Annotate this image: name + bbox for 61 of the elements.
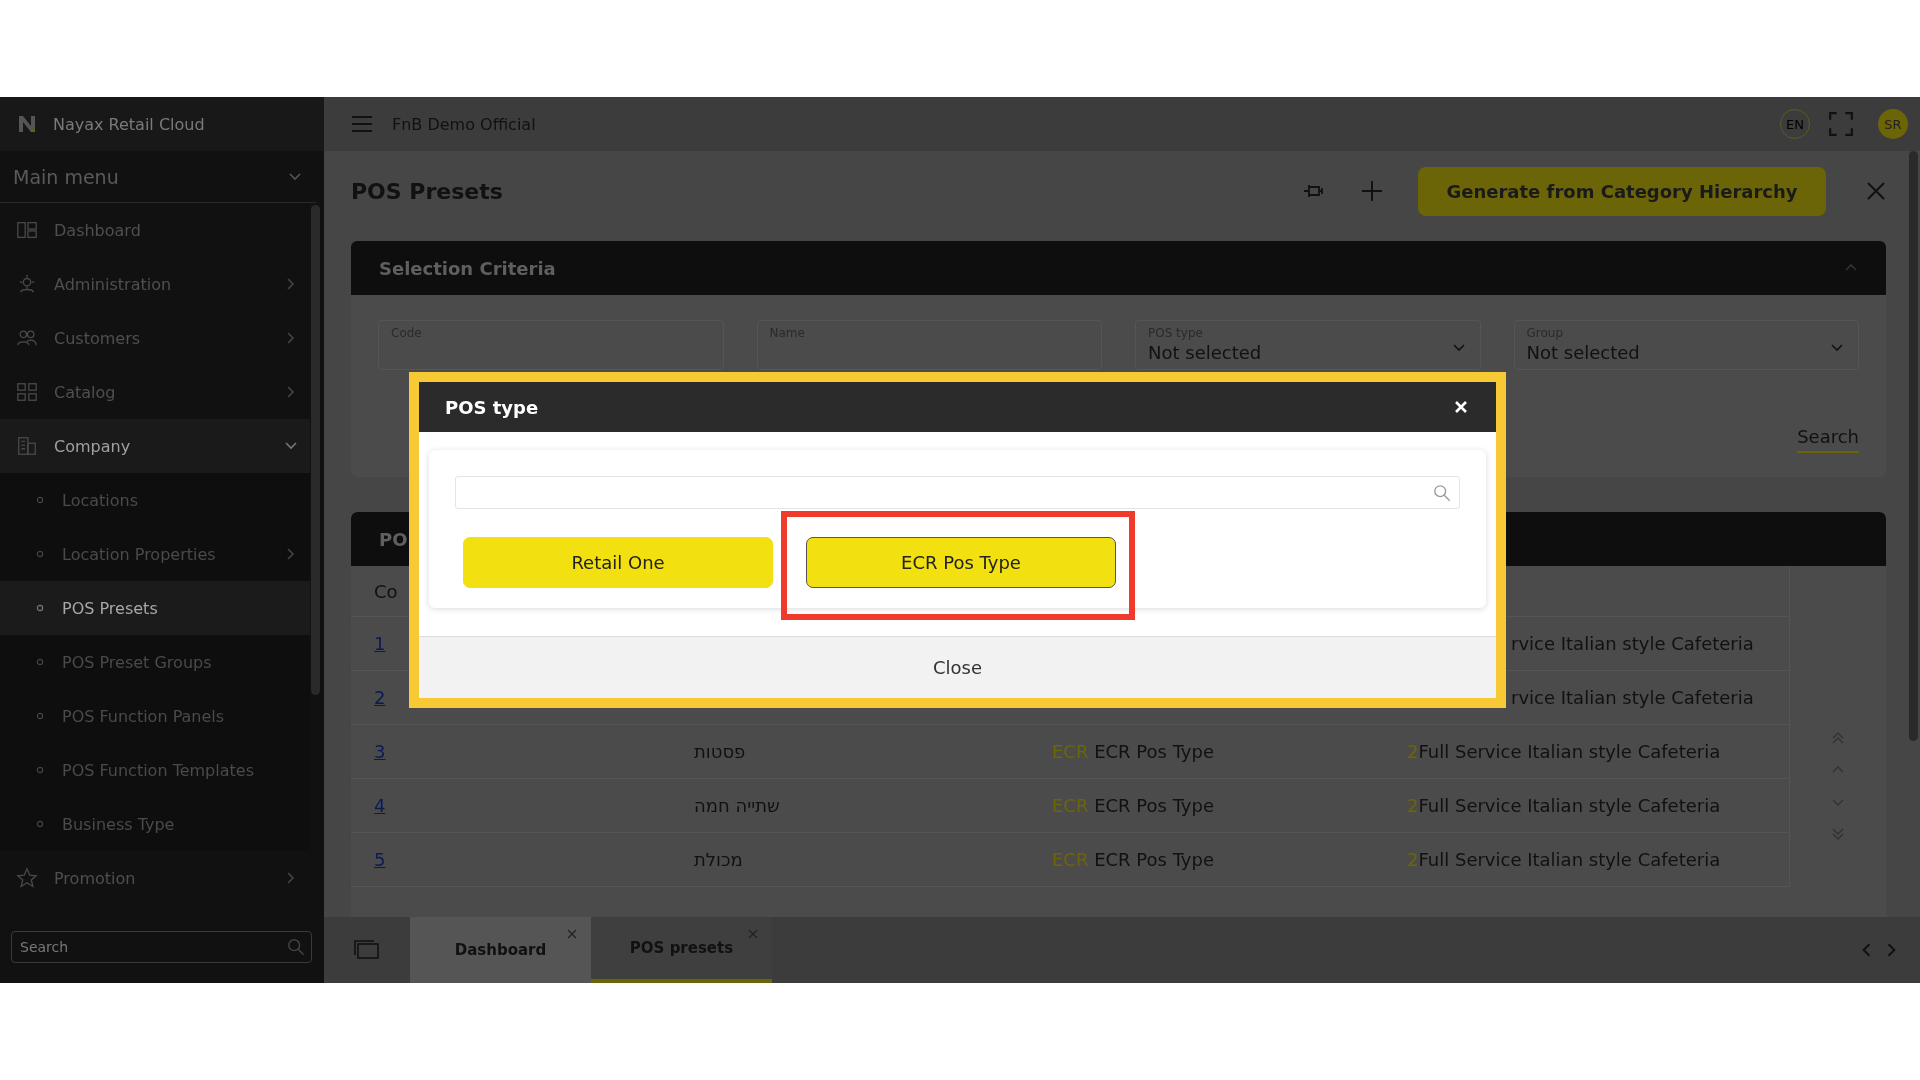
bullet-icon — [36, 604, 44, 612]
code-link[interactable]: 1 — [374, 633, 386, 654]
bullet-icon — [36, 766, 44, 774]
tab[interactable]: Dashboard — [410, 917, 591, 983]
code-link[interactable]: 4 — [374, 795, 386, 816]
table-cell: 2Full Service Italian style Cafeteria — [1407, 795, 1721, 816]
fullscreen-icon[interactable] — [1828, 111, 1854, 137]
user-avatar[interactable]: SR — [1878, 109, 1908, 139]
scrollbar[interactable] — [311, 205, 320, 695]
table-cell: ECR ECR Pos Type — [1052, 849, 1214, 870]
table-cell: 2Full Service Italian style Cafeteria — [1407, 741, 1721, 762]
building-icon — [16, 435, 38, 457]
search-link[interactable]: Search — [1797, 426, 1859, 453]
panel-title: PO — [379, 528, 408, 550]
table-cell: פסטות — [694, 741, 746, 762]
plus-icon[interactable] — [1360, 179, 1384, 203]
star-icon — [16, 867, 38, 889]
sidebar-item[interactable]: Company — [0, 419, 310, 473]
brand-name: Nayax Retail Cloud — [53, 114, 205, 134]
bullet-icon — [36, 550, 44, 558]
dashboard-icon — [16, 219, 38, 241]
scrollbar[interactable] — [1909, 151, 1918, 741]
bullet-icon — [36, 820, 44, 828]
grid-icon — [16, 381, 38, 403]
table-cell: שתייה חמה — [694, 795, 780, 816]
table-cell: rvice Italian style Cafeteria — [1511, 687, 1754, 708]
submenu-item[interactable]: POS Presets — [0, 581, 310, 635]
option-button[interactable]: Retail One — [463, 537, 773, 588]
option-button[interactable]: ECR Pos Type — [806, 537, 1116, 588]
code-link[interactable]: 2 — [374, 687, 386, 708]
column-header: Co — [374, 580, 398, 602]
search-icon — [1433, 483, 1451, 502]
code-link[interactable]: 5 — [374, 849, 386, 870]
bullet-icon — [36, 658, 44, 666]
panel-title: Selection Criteria — [379, 257, 556, 279]
dialog-title: POS type — [445, 396, 539, 418]
table-cell: 2Full Service Italian style Cafeteria — [1407, 849, 1721, 870]
bullet-icon — [36, 712, 44, 720]
logo-icon — [17, 114, 37, 134]
double-down-icon[interactable] — [1831, 827, 1845, 841]
windows-icon[interactable] — [354, 940, 380, 960]
menu-icon[interactable] — [352, 116, 372, 132]
sidebar-item[interactable]: Catalog — [0, 365, 310, 419]
sidebar-item[interactable]: Administration — [0, 257, 310, 311]
table-cell: ECR ECR Pos Type — [1052, 795, 1214, 816]
search-icon — [287, 938, 305, 956]
sidebar-search-field[interactable]: Search — [11, 931, 312, 963]
bullet-icon — [36, 496, 44, 504]
sidebar-item[interactable]: Promotion — [0, 851, 310, 905]
table-cell: מכולת — [694, 849, 743, 870]
double-up-icon[interactable] — [1831, 731, 1845, 745]
sidebar-item[interactable]: Customers — [0, 311, 310, 365]
generate-button[interactable]: Generate from Category Hierarchy — [1418, 166, 1826, 216]
table-cell: ECR ECR Pos Type — [1052, 741, 1214, 762]
main-menu-toggle[interactable]: Main menu — [0, 151, 316, 203]
close-button[interactable]: Close — [419, 636, 1496, 698]
search-field[interactable] — [455, 476, 1460, 509]
sidebar-item[interactable]: Dashboard — [0, 203, 310, 257]
table-cell: rvice Italian style Cafeteria — [1511, 633, 1754, 654]
code-link[interactable]: 3 — [374, 741, 386, 762]
panel-header[interactable]: Selection Criteria — [351, 241, 1886, 295]
